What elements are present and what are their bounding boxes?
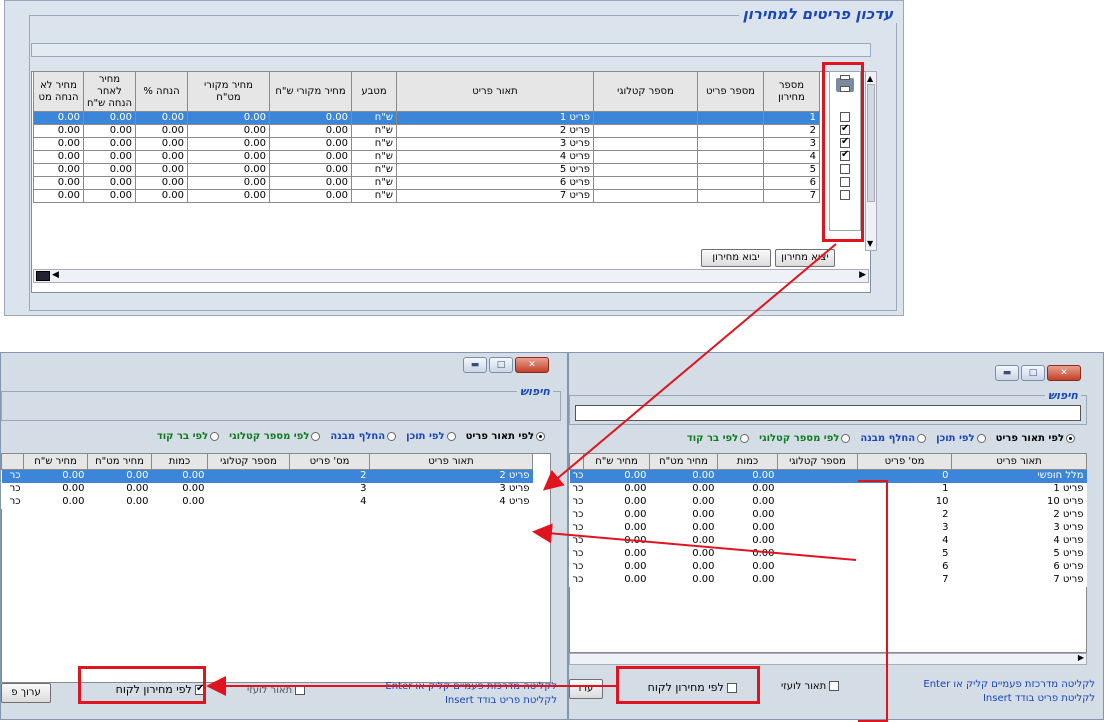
annotation-arrows	[206, 243, 857, 696]
